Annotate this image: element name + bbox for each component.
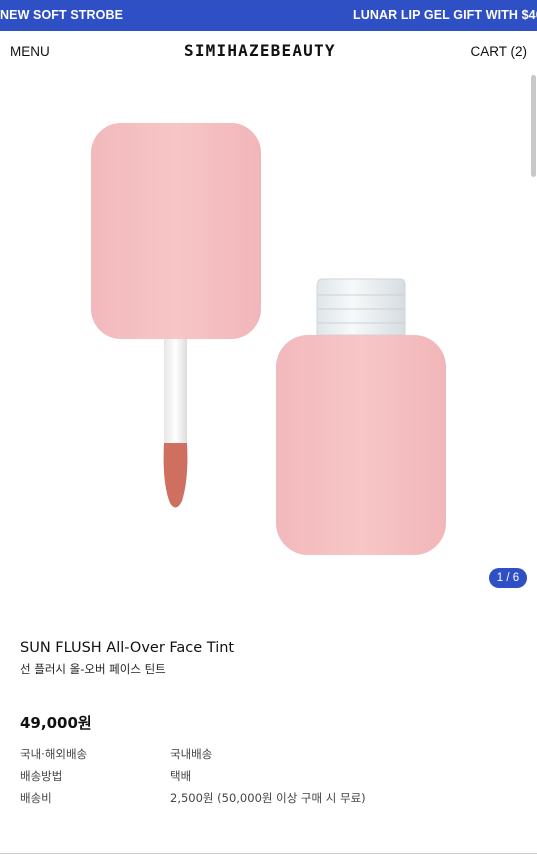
shipping-label: 국내·해외배송 xyxy=(20,747,88,761)
page-scrollbar[interactable] xyxy=(530,73,537,855)
applicator-stick xyxy=(164,339,187,447)
shipping-value: 2,500원 (50,000원 이상 구매 시 무료) xyxy=(170,791,366,805)
bottle-body xyxy=(276,335,446,555)
brand-logo[interactable]: SIMIHAZEBEAUTY xyxy=(184,41,336,60)
product-price: 49,000원 xyxy=(20,714,92,732)
shipping-row: 국내·해외배송 국내배송 xyxy=(20,746,500,768)
applicator-tip xyxy=(163,443,188,508)
announcement-message[interactable]: LUNAR LIP GEL GIFT WITH $40+ P xyxy=(353,8,537,22)
announcement-bar: NEW SOFT STROBE LUNAR LIP GEL GIFT WITH … xyxy=(0,0,537,31)
shipping-label: 배송비 xyxy=(20,791,52,805)
product-title: SUN FLUSH All-Over Face Tint xyxy=(20,640,235,656)
shipping-row: 배송비 2,500원 (50,000원 이상 구매 시 무료) xyxy=(20,790,500,812)
product-image xyxy=(91,123,446,555)
divider xyxy=(0,853,537,854)
scrollbar-thumb[interactable] xyxy=(531,75,536,177)
bottle-neck xyxy=(316,278,406,336)
gallery-counter: 1 / 6 xyxy=(489,568,527,588)
announcement-message[interactable]: NEW SOFT STROBE xyxy=(0,8,123,22)
applicator-cap xyxy=(91,123,261,339)
shipping-row: 배송방법 택배 xyxy=(20,768,500,790)
shipping-label: 배송방법 xyxy=(20,769,63,783)
shipping-value: 국내배송 xyxy=(170,747,213,761)
shipping-info: 국내·해외배송 국내배송 배송방법 택배 배송비 2,500원 (50,000원… xyxy=(20,746,500,812)
site-header: MENU SIMIHAZEBEAUTY CART (2) xyxy=(0,31,537,73)
product-subtitle: 선 플러시 올-오버 페이스 틴트 xyxy=(20,662,166,676)
product-image-gallery[interactable] xyxy=(0,73,530,600)
cart-button[interactable]: CART (2) xyxy=(470,44,527,59)
shipping-value: 택배 xyxy=(170,769,192,783)
menu-button[interactable]: MENU xyxy=(10,44,50,59)
